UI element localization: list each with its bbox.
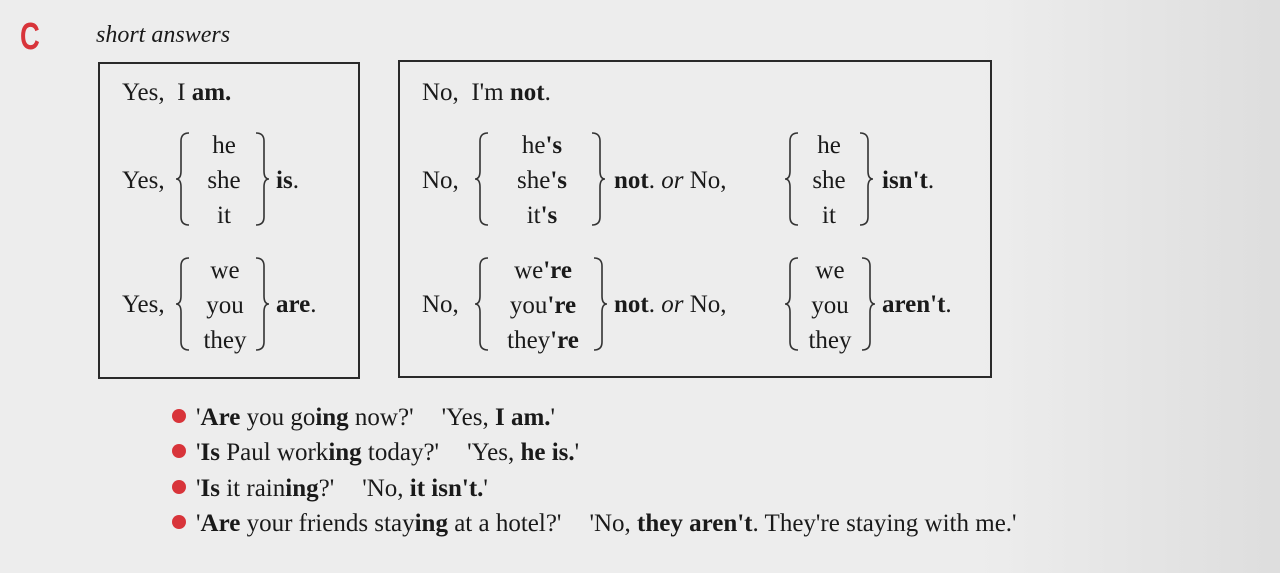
right-brace-icon [590,131,606,227]
bullet-icon [172,444,186,458]
right-brace-icon [858,131,874,227]
yes-row-2-verb: is. [276,167,299,194]
right-brace-icon [592,256,608,352]
list-item: 'Is Paul working today?' 'Yes, he is.' [172,439,579,467]
left-brace-icon [784,131,800,227]
right-brace-icon [860,256,876,352]
no-row-1: No, I'm not. [422,79,551,106]
list-item: 'Is it raining?' 'No, it isn't.' [172,475,488,503]
right-brace-icon [254,131,270,227]
yes-row-2-prefix: Yes, [122,167,165,194]
yes-row-3-pronouns: we you they [203,257,247,354]
no-row-3-prefix: No, [422,291,459,318]
yes-row-3-prefix: Yes, [122,291,165,318]
no-row-2-contractions: he's she's it's [516,132,567,229]
left-brace-icon [474,256,490,352]
bullet-icon [172,409,186,423]
no-row-3-pronouns: we you they [808,257,852,354]
no-row-2-pronouns: he she it [812,132,846,229]
no-row-2-prefix: No, [422,167,459,194]
no-row-3-arent: aren't. [882,291,952,318]
no-row-3-tail: not. or No, [614,291,727,318]
list-item: 'Are you going now?' 'Yes, I am.' [172,404,555,432]
bullet-icon [172,480,186,494]
left-brace-icon [474,131,490,227]
bullet-icon [172,515,186,529]
list-item: 'Are your friends staying at a hotel?' 'N… [172,510,1017,538]
right-brace-icon [254,256,270,352]
no-row-2-isnt: isn't. [882,167,935,194]
yes-row-2-pronouns: he she it [207,132,241,229]
left-brace-icon [175,131,191,227]
no-row-3-contractions: we're you're they're [507,257,579,354]
section-title: short answers [96,22,231,48]
background-photo-shadow [980,0,1280,573]
left-brace-icon [175,256,191,352]
no-row-2-tail: not. or No, [614,167,727,194]
yes-row-3-verb: are. [276,291,317,318]
section-letter: C [20,16,40,58]
yes-row-1: Yes, I am. [122,79,232,106]
